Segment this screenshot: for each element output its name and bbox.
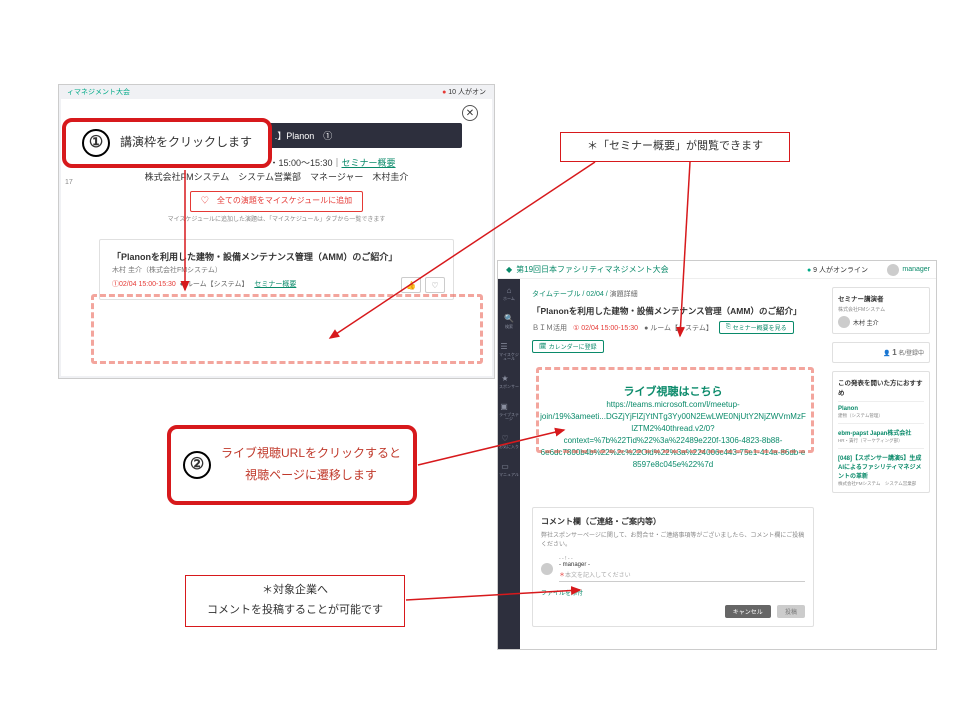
circled-number: ② xyxy=(183,451,211,479)
modal-event-title: ィマネジメント大会 xyxy=(67,89,130,96)
modal-event-bar: ィマネジメント大会 ● 10 人がオン xyxy=(59,85,494,99)
recommend-item[interactable]: Planon 建物（システム管理） xyxy=(838,401,924,419)
callout-4: ＊対象企業へ コメントを投稿することが可能です xyxy=(185,575,405,627)
comment-card: コメント欄（ご連絡・ご案内等） 弊社スポンサーページに関して、お問合せ・ご連絡事… xyxy=(532,507,814,627)
sidebar: ⌂ホーム 🔍検索 ☰マイスケジュール ★スポンサー ▣ライブステージ ♡お気に入… xyxy=(498,279,520,649)
avatar xyxy=(541,563,553,575)
breadcrumb: タイムテーブル / 02/04 / 演題詳細 xyxy=(532,289,814,299)
detail-screenshot: ◆ 第19回日本ファシリティマネジメント大会 ● 9 人がオンライン manag… xyxy=(497,260,937,650)
event-title: 第19回日本ファシリティマネジメント大会 xyxy=(516,264,668,275)
comment-input[interactable]: ＊本文を記入してください xyxy=(559,568,805,582)
post-button[interactable]: 投稿 xyxy=(777,605,805,618)
sidebar-item-live[interactable]: ▣ライブステージ xyxy=(498,401,520,421)
circled-number: ① xyxy=(82,129,110,157)
attach-file-link[interactable]: ファイルを添付 xyxy=(541,588,805,597)
sidebar-item-schedule[interactable]: ☰マイスケジュール xyxy=(498,341,520,361)
heart-icon[interactable]: ♡ xyxy=(425,277,445,293)
speaker-card: セミナー講演者 株式会社FMシステム 木村 圭介 xyxy=(832,287,930,334)
recommend-item[interactable]: [048]【スポンサー講演5】生成AIによるファシリティマネジメントの革新 株式… xyxy=(838,448,924,487)
add-all-schedule-button[interactable]: ♡ 全ての演題をマイスケジュールに追加 xyxy=(190,191,363,212)
sidebar-item-search[interactable]: 🔍検索 xyxy=(503,313,515,329)
cancel-button[interactable]: キャンセル xyxy=(725,605,771,618)
callout-1: ① 講演枠をクリックします xyxy=(62,118,272,168)
seminar-overview-link[interactable]: セミナー概要 xyxy=(342,158,396,168)
live-watch-block: ライブ視聴はこちら https://teams.microsoft.com/l/… xyxy=(532,383,814,471)
sidebar-item-sponsor[interactable]: ★スポンサー xyxy=(499,373,519,389)
sidebar-item-home[interactable]: ⌂ホーム xyxy=(503,285,515,301)
avatar xyxy=(838,316,850,328)
live-url-link[interactable]: https://teams.microsoft.com/l/meetup- jo… xyxy=(532,399,814,471)
sidebar-item-manual[interactable]: ▭マニュアル xyxy=(499,461,519,477)
registered-count-card: 👤 1 名/登録中 xyxy=(832,342,930,363)
online-indicator: ● 9 人がオンライン xyxy=(807,265,868,275)
callout-2: ② ライブ視聴URLをクリックすると 視聴ページに遷移します xyxy=(167,425,417,505)
add-calendar-button[interactable]: 🗓 カレンダーに登録 xyxy=(532,340,604,353)
recommend-card: この発表を開いた方におすすめ Planon 建物（システム管理） ebm-pap… xyxy=(832,371,930,493)
session-title: 「Planonを利用した建物・設備メンテナンス管理（AMM）のご紹介」 xyxy=(532,305,814,317)
seminar-overview-button[interactable]: ⎘ セミナー概要を見る xyxy=(719,321,794,334)
callout-3: ＊「セミナー概要」が閲覧できます xyxy=(560,132,790,162)
user-chip[interactable]: manager xyxy=(887,264,930,276)
live-heading: ライブ視聴はこちら xyxy=(532,383,814,399)
avatar xyxy=(887,264,899,276)
session-card[interactable]: 「Planonを利用した建物・設備メンテナンス管理（AMM）のご紹介」 木村 圭… xyxy=(99,239,454,300)
close-icon[interactable]: ✕ xyxy=(462,105,478,121)
thumbs-up-icon[interactable]: 👍 xyxy=(401,277,421,293)
card-seminar-overview-link[interactable]: セミナー概要 xyxy=(254,281,296,288)
detail-right-column: セミナー講演者 株式会社FMシステム 木村 圭介 👤 1 名/登録中 この発表を… xyxy=(826,279,936,649)
sidebar-item-favorite[interactable]: ♡お気に入り xyxy=(499,433,519,449)
detail-content: タイムテーブル / 02/04 / 演題詳細 「Planonを利用した建物・設備… xyxy=(520,279,826,649)
side-time: 17 xyxy=(65,179,73,186)
recommend-item[interactable]: ebm-papst Japan株式会社 HR・賃行（マーケティング部） xyxy=(838,423,924,444)
detail-header: ◆ 第19回日本ファシリティマネジメント大会 ● 9 人がオンライン manag… xyxy=(498,261,936,279)
online-indicator: ● 10 人がオン xyxy=(442,87,486,97)
